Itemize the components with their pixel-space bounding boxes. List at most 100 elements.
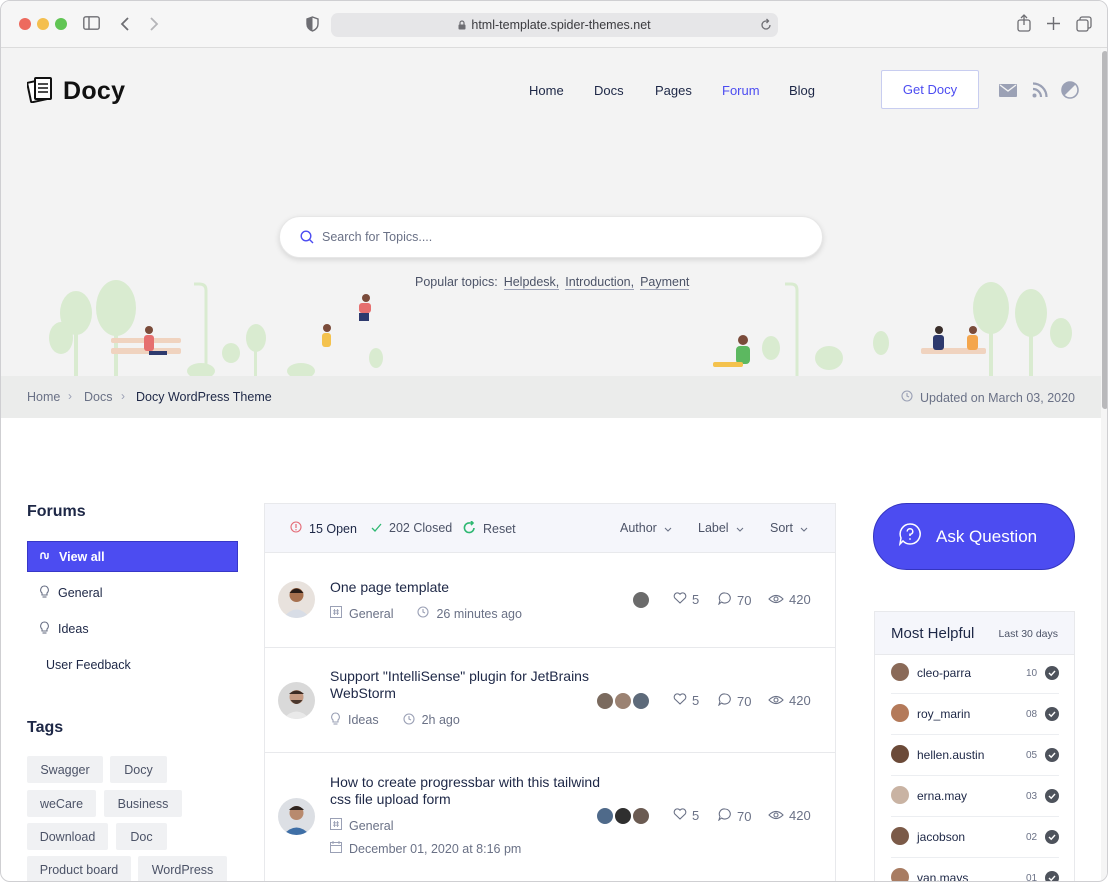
likes-count: 5 <box>692 592 700 607</box>
topic-title[interactable]: One page template <box>330 579 610 596</box>
helpful-user-name[interactable]: jacobson <box>917 830 965 844</box>
search-box[interactable] <box>279 216 823 258</box>
likes-stat[interactable]: 5 <box>673 592 699 607</box>
topic-category[interactable]: Ideas <box>348 713 379 727</box>
ask-question-button[interactable]: Ask Question <box>873 503 1075 570</box>
check-badge-icon <box>1045 789 1059 803</box>
close-window-button[interactable] <box>19 18 31 30</box>
helpful-user-name[interactable]: roy_marin <box>917 707 970 721</box>
scrollbar-thumb[interactable] <box>1102 51 1107 409</box>
tag-doc[interactable]: Doc <box>116 823 167 850</box>
views-count: 420 <box>789 808 811 823</box>
topics-list: 15 Open 202 Closed Reset Author Label So… <box>264 503 836 881</box>
rss-icon[interactable] <box>1032 82 1048 103</box>
reset-button[interactable]: Reset <box>463 520 516 537</box>
forward-icon[interactable] <box>149 16 159 36</box>
topic-title[interactable]: Support "IntelliSense" plugin for JetBra… <box>330 668 610 702</box>
new-tab-icon[interactable] <box>1047 17 1060 34</box>
comments-stat[interactable]: 70 <box>717 592 751 608</box>
docs-logo-icon <box>26 75 57 108</box>
likes-stat[interactable]: 5 <box>673 808 699 823</box>
helpful-user-count: 01 <box>1026 873 1038 882</box>
forum-user-feedback[interactable]: User Feedback <box>27 649 238 680</box>
tag-wordpress[interactable]: WordPress <box>138 856 227 881</box>
comments-stat[interactable]: 70 <box>717 693 751 709</box>
topic-title[interactable]: How to create progressbar with this tail… <box>330 774 610 808</box>
shield-icon[interactable] <box>306 16 319 36</box>
helpful-user-row[interactable]: van.mays 01 <box>891 858 1059 882</box>
nav-pages[interactable]: Pages <box>655 83 692 98</box>
views-stat: 420 <box>768 693 811 708</box>
comment-icon <box>717 693 732 709</box>
topic-category[interactable]: General <box>349 819 393 833</box>
park-illustration <box>49 280 1072 378</box>
author-label: Author <box>620 521 657 535</box>
breadcrumb: Home › Docs › Docy WordPress Theme Updat… <box>1 376 1101 418</box>
check-badge-icon <box>1045 707 1059 721</box>
tag-wecare[interactable]: weCare <box>27 790 96 817</box>
helpful-user-row[interactable]: hellen.austin 05 <box>891 735 1059 776</box>
most-helpful-panel: Most Helpful Last 30 days cleo-parra 10 … <box>874 611 1075 882</box>
forum-general[interactable]: General <box>27 577 238 608</box>
address-bar[interactable]: html-template.spider-themes.net <box>331 13 778 37</box>
open-filter[interactable]: 15 Open <box>290 521 357 536</box>
helpful-user-name[interactable]: van.mays <box>917 871 968 881</box>
back-icon[interactable] <box>120 16 130 36</box>
logo[interactable]: Docy <box>26 75 125 108</box>
tag-docy[interactable]: Docy <box>110 756 167 783</box>
helpful-user-row[interactable]: cleo-parra 10 <box>891 653 1059 694</box>
nav-blog[interactable]: Blog <box>789 83 815 98</box>
topic-date: December 01, 2020 at 8:16 pm <box>330 841 521 856</box>
topic-row[interactable]: Support "IntelliSense" plugin for JetBra… <box>265 648 835 753</box>
forum-view-all[interactable]: View all <box>27 541 238 572</box>
comment-icon <box>717 592 732 608</box>
tab-overview-icon[interactable] <box>1076 16 1092 36</box>
tag-swagger[interactable]: Swagger <box>27 756 103 783</box>
helpful-user-name[interactable]: hellen.austin <box>917 748 984 762</box>
search-icon <box>300 230 314 249</box>
chevron-right-icon: › <box>68 389 72 403</box>
search-input[interactable] <box>322 217 802 257</box>
nav-home[interactable]: Home <box>529 83 564 98</box>
label-dropdown[interactable]: Label <box>698 521 744 535</box>
reset-label: Reset <box>483 522 516 536</box>
topic-meta: General <box>330 818 393 833</box>
helpful-user-name[interactable]: erna.may <box>917 789 967 803</box>
page: Docy Home Docs Pages Forum Blog Get Docy <box>1 48 1101 882</box>
breadcrumb-home[interactable]: Home <box>27 390 60 404</box>
check-badge-icon <box>1045 748 1059 762</box>
breadcrumb-docs[interactable]: Docs <box>84 390 112 404</box>
topic-row[interactable]: One page template General 26 minutes ago… <box>265 553 835 648</box>
likes-stat[interactable]: 5 <box>673 693 699 708</box>
minimize-window-button[interactable] <box>37 18 49 30</box>
dark-mode-icon[interactable] <box>1061 81 1079 104</box>
forum-ideas[interactable]: Ideas <box>27 613 238 644</box>
most-helpful-period: Last 30 days <box>998 628 1058 640</box>
sort-dropdown[interactable]: Sort <box>770 521 808 535</box>
likes-count: 5 <box>692 808 700 823</box>
helpful-user-row[interactable]: erna.may 03 <box>891 776 1059 817</box>
mail-icon[interactable] <box>999 84 1017 102</box>
tag-download[interactable]: Download <box>27 823 108 850</box>
ask-question-label: Ask Question <box>936 526 1038 546</box>
helpful-user-row[interactable]: roy_marin 08 <box>891 694 1059 735</box>
topic-category[interactable]: General <box>349 607 393 621</box>
helpful-user-count: 02 <box>1026 832 1038 843</box>
forum-user-feedback-label: User Feedback <box>46 657 131 672</box>
topic-row[interactable]: How to create progressbar with this tail… <box>265 753 835 881</box>
helpful-user-row[interactable]: jacobson 02 <box>891 817 1059 858</box>
nav-forum[interactable]: Forum <box>722 83 760 98</box>
sidebar-toggle-icon[interactable] <box>83 16 100 34</box>
comments-stat[interactable]: 70 <box>717 808 751 824</box>
zoom-window-button[interactable] <box>55 18 67 30</box>
helpful-user-name[interactable]: cleo-parra <box>917 666 971 680</box>
tag-product-board[interactable]: Product board <box>27 856 131 881</box>
share-icon[interactable] <box>1017 14 1031 36</box>
closed-filter[interactable]: 202 Closed <box>371 521 452 535</box>
nav-docs[interactable]: Docs <box>594 83 624 98</box>
author-dropdown[interactable]: Author <box>620 521 672 535</box>
url-label: html-template.spider-themes.net <box>471 18 651 32</box>
reload-icon[interactable] <box>760 18 772 36</box>
tag-business[interactable]: Business <box>104 790 182 817</box>
get-docy-button[interactable]: Get Docy <box>881 70 979 109</box>
